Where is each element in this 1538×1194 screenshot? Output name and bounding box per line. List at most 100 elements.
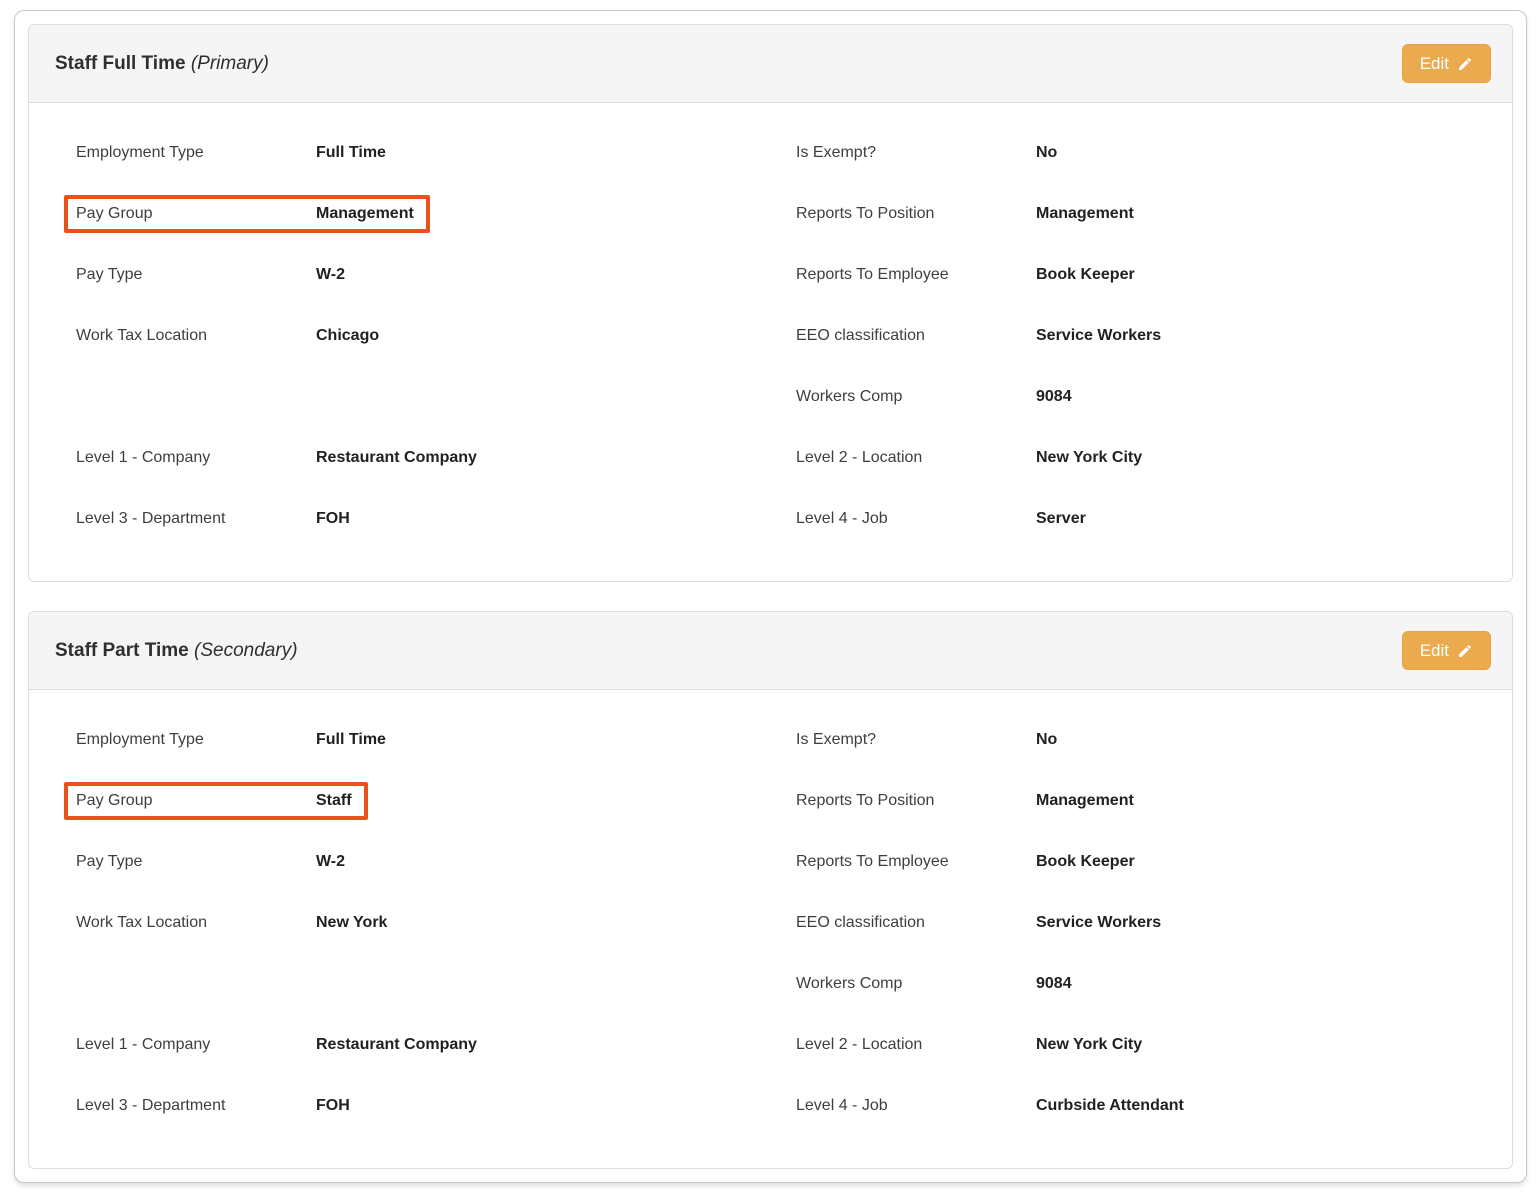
field-row: Employment TypeFull Time — [76, 122, 782, 183]
field-pair: Level 4 - JobCurbside Attendant — [784, 1087, 1200, 1125]
field-pair: Reports To PositionManagement — [784, 782, 1150, 820]
field-value: Management — [316, 205, 414, 223]
edit-button[interactable]: Edit — [1402, 631, 1491, 670]
panel-title-line: Staff Part Time (Secondary) — [55, 640, 298, 662]
field-pair: Workers Comp9084 — [784, 378, 1088, 416]
field-pair: Level 3 - DepartmentFOH — [64, 500, 366, 538]
field-label: Pay Type — [76, 853, 316, 871]
field-pair: Work Tax LocationNew York — [64, 904, 403, 942]
highlight-annotation-box: Pay GroupManagement — [64, 195, 430, 233]
field-label: Employment Type — [76, 144, 316, 162]
field-value: Staff — [316, 792, 352, 810]
field-label: Workers Comp — [796, 975, 1036, 993]
field-value: Server — [1036, 510, 1086, 528]
field-label: Pay Group — [76, 205, 316, 223]
field-label: Level 4 - Job — [796, 1097, 1036, 1115]
panel-title: Staff Part Time — [55, 640, 189, 661]
field-pair: Reports To PositionManagement — [784, 195, 1150, 233]
field-row: Employment TypeFull Time — [76, 709, 782, 770]
field-pair: Pay TypeW-2 — [64, 256, 361, 294]
edit-button[interactable]: Edit — [1402, 44, 1491, 83]
field-row: Workers Comp9084 — [796, 366, 1488, 427]
field-row: Level 2 - LocationNew York City — [796, 427, 1488, 488]
field-pair: Level 4 - JobServer — [784, 500, 1102, 538]
field-value: FOH — [316, 1097, 350, 1115]
positions-page: Staff Full Time (Primary) Edit Employmen… — [14, 10, 1527, 1183]
field-pair: Level 1 - CompanyRestaurant Company — [64, 1026, 493, 1064]
field-value: New York City — [1036, 449, 1142, 467]
field-value: Service Workers — [1036, 914, 1161, 932]
field-pair: Is Exempt?No — [784, 134, 1073, 172]
field-row: Reports To PositionManagement — [796, 770, 1488, 831]
field-pair: Pay TypeW-2 — [64, 843, 361, 881]
field-value: Management — [1036, 792, 1134, 810]
field-label: Pay Type — [76, 266, 316, 284]
field-label: Is Exempt? — [796, 731, 1036, 749]
field-row: Workers Comp9084 — [796, 953, 1488, 1014]
field-row: Level 2 - LocationNew York City — [796, 1014, 1488, 1075]
pencil-icon — [1457, 643, 1473, 659]
field-value: W-2 — [316, 266, 345, 284]
field-value: Restaurant Company — [316, 1036, 477, 1054]
field-value: No — [1036, 144, 1057, 162]
field-pair: Workers Comp9084 — [784, 965, 1088, 1003]
edit-button-label: Edit — [1420, 642, 1449, 659]
field-pair: EEO classificationService Workers — [784, 904, 1177, 942]
field-value: Chicago — [316, 327, 379, 345]
panel-title-line: Staff Full Time (Primary) — [55, 53, 269, 75]
field-value: Curbside Attendant — [1036, 1097, 1184, 1115]
field-pair: Level 3 - DepartmentFOH — [64, 1087, 366, 1125]
panel-subtitle: (Primary) — [191, 53, 269, 74]
field-row: Reports To EmployeeBook Keeper — [796, 831, 1488, 892]
field-label: Level 4 - Job — [796, 510, 1036, 528]
field-label: Level 2 - Location — [796, 1036, 1036, 1054]
field-label: EEO classification — [796, 327, 1036, 345]
field-pair: Employment TypeFull Time — [64, 721, 402, 759]
field-label: EEO classification — [796, 914, 1036, 932]
panel-header: Staff Part Time (Secondary) Edit — [29, 612, 1512, 690]
field-value: Restaurant Company — [316, 449, 477, 467]
field-row: Pay GroupStaff — [76, 770, 782, 831]
field-value: 9084 — [1036, 975, 1072, 993]
field-pair: Work Tax LocationChicago — [64, 317, 395, 355]
field-row: Is Exempt?No — [796, 709, 1488, 770]
field-row: Work Tax LocationNew York — [76, 892, 782, 953]
fields-column-right: Is Exempt?NoReports To PositionManagemen… — [782, 709, 1488, 1136]
field-value: New York — [316, 914, 387, 932]
panel-subtitle: (Secondary) — [194, 640, 298, 661]
field-label: Employment Type — [76, 731, 316, 749]
fields-column-left: Employment TypeFull Time Pay GroupManagem… — [76, 122, 782, 549]
field-label: Reports To Position — [796, 792, 1036, 810]
highlight-annotation-box: Pay GroupStaff — [64, 782, 368, 820]
panel-secondary-position: Staff Part Time (Secondary) Edit Employm… — [28, 611, 1513, 1169]
field-row: Level 1 - CompanyRestaurant Company — [76, 1014, 782, 1075]
field-row: Pay TypeW-2 — [76, 244, 782, 305]
field-label: Level 3 - Department — [76, 1097, 316, 1115]
field-row: Level 3 - DepartmentFOH — [76, 1075, 782, 1136]
field-label: Level 3 - Department — [76, 510, 316, 528]
field-row: Is Exempt?No — [796, 122, 1488, 183]
field-value: Management — [1036, 205, 1134, 223]
field-row: Level 1 - CompanyRestaurant Company — [76, 427, 782, 488]
panel-header: Staff Full Time (Primary) Edit — [29, 25, 1512, 103]
field-row: Level 3 - DepartmentFOH — [76, 488, 782, 549]
panel-primary-position: Staff Full Time (Primary) Edit Employmen… — [28, 24, 1513, 582]
field-pair: Is Exempt?No — [784, 721, 1073, 759]
field-label: Reports To Employee — [796, 266, 1036, 284]
field-pair: Employment TypeFull Time — [64, 134, 402, 172]
field-value: FOH — [316, 510, 350, 528]
field-pair: EEO classificationService Workers — [784, 317, 1177, 355]
fields-column-left: Employment TypeFull TimePay GroupStaffPa… — [76, 709, 782, 1136]
field-value: Full Time — [316, 731, 386, 749]
field-label: Reports To Employee — [796, 853, 1036, 871]
field-label: Pay Group — [76, 792, 316, 810]
field-pair: Level 2 - LocationNew York City — [784, 439, 1158, 477]
field-row: Pay TypeW-2 — [76, 831, 782, 892]
field-row: Level 4 - JobCurbside Attendant — [796, 1075, 1488, 1136]
panel-body: Employment TypeFull TimePay GroupManagem… — [29, 103, 1512, 581]
field-label: Work Tax Location — [76, 327, 316, 345]
field-label: Work Tax Location — [76, 914, 316, 932]
panel-title: Staff Full Time — [55, 53, 186, 74]
field-pair: Level 2 - LocationNew York City — [784, 1026, 1158, 1064]
field-value: New York City — [1036, 1036, 1142, 1054]
